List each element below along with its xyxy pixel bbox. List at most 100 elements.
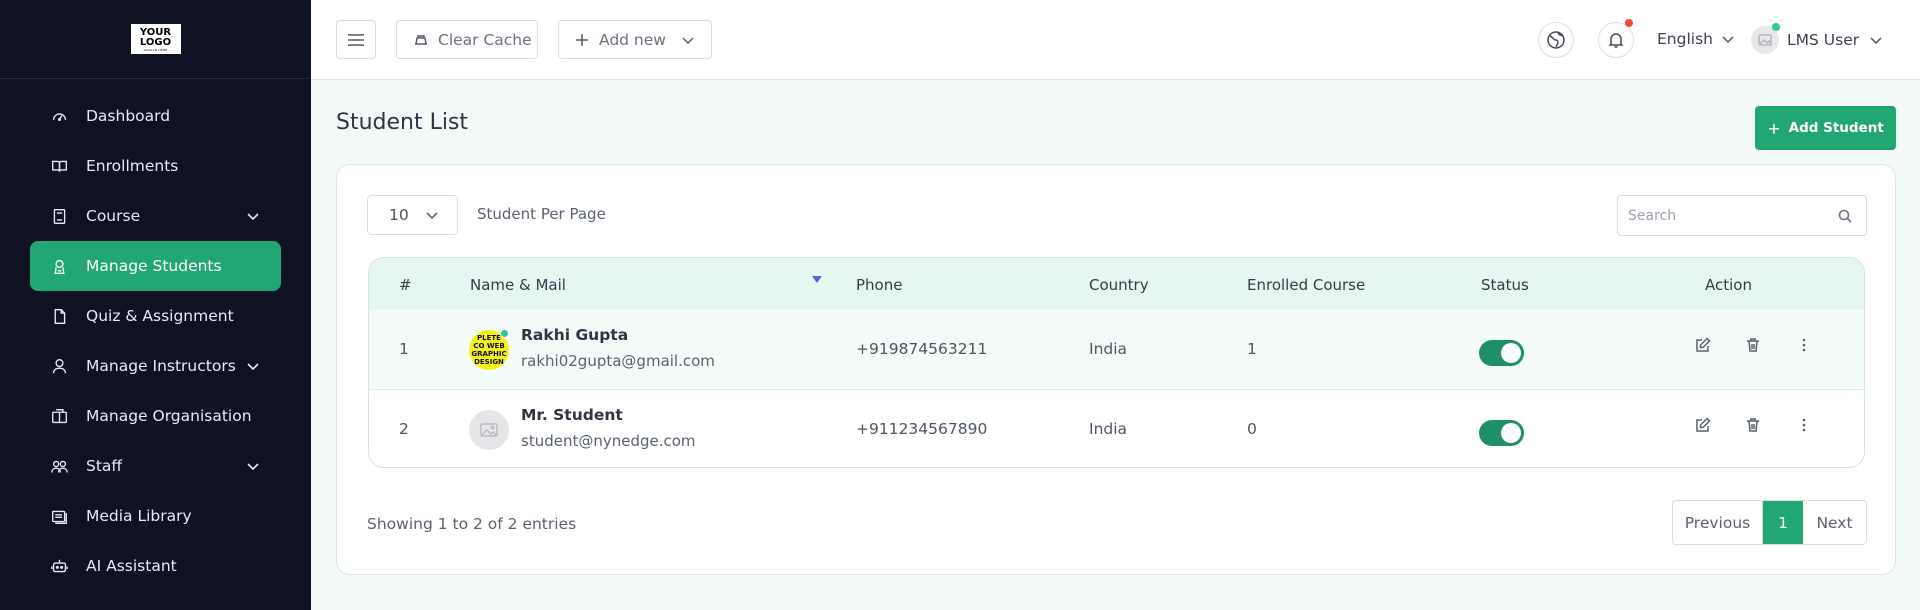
website-globe-button[interactable] (1538, 22, 1574, 58)
student-list-card: 10 Student Per Page # Name & Mail Phone … (336, 164, 1896, 575)
status-toggle[interactable] (1479, 340, 1524, 366)
student-phone: +919874563211 (856, 340, 988, 358)
top-bar: Clear Cache Add new English LMS User (311, 0, 1920, 80)
more-vertical-icon[interactable] (1801, 417, 1807, 433)
chevron-down-icon (1721, 32, 1735, 46)
add-new-label: Add new (599, 30, 666, 49)
column-header-name[interactable]: Name & Mail (470, 276, 566, 294)
showing-entries-text: Showing 1 to 2 of 2 entries (367, 515, 577, 533)
sidebar-item-manage-students[interactable]: Manage Students (30, 241, 281, 291)
logo-tagline: SLOGAN HERE (143, 47, 168, 52)
language-selector[interactable]: English (1657, 30, 1735, 48)
sidebar-item-manage-organisation[interactable]: Manage Organisation (30, 391, 281, 441)
column-header-phone: Phone (856, 276, 903, 294)
sidebar-item-label: Manage Students (86, 257, 222, 275)
online-status-dot (1772, 23, 1780, 31)
plus-icon: + (1767, 118, 1781, 138)
bell-icon (1607, 31, 1625, 49)
user-icon (50, 357, 68, 375)
chevron-down-icon (681, 33, 695, 47)
table-row: 1 PLETE CO WEB GRAPHIC DESIGN Rakhi Gupt… (369, 310, 1864, 389)
avatar-course-text: PLETE CO WEB GRAPHIC DESIGN (471, 334, 507, 366)
robot-icon (50, 557, 68, 575)
student-phone: +911234567890 (856, 420, 988, 438)
page-1-button[interactable]: 1 (1763, 501, 1803, 544)
sidebar: YOUR LOGO SLOGAN HERE Dashboard Enrollme… (0, 0, 311, 610)
sidebar-item-dashboard[interactable]: Dashboard (30, 91, 281, 141)
online-status-dot (500, 329, 509, 338)
more-vertical-icon[interactable] (1801, 337, 1807, 353)
search-box (1617, 195, 1867, 236)
sidebar-item-manage-instructors[interactable]: Manage Instructors (30, 341, 281, 391)
add-student-label: Add Student (1788, 120, 1884, 136)
sidebar-item-ai-assistant[interactable]: AI Assistant (30, 541, 281, 591)
sidebar-item-quiz-assignment[interactable]: Quiz & Assignment (30, 291, 281, 341)
sidebar-item-staff[interactable]: Staff (30, 441, 281, 491)
student-country: India (1089, 340, 1128, 358)
student-email: rakhi02gupta@gmail.com (521, 352, 715, 370)
per-page-value: 10 (389, 206, 409, 224)
enrolled-count: 0 (1247, 420, 1257, 438)
student-name: Rakhi Gupta (521, 326, 629, 344)
logo-line-2: LOGO (139, 36, 172, 48)
gauge-icon (50, 107, 68, 125)
sidebar-item-media-library[interactable]: Media Library (30, 491, 281, 541)
table-row: 2 Mr. Student student@nynedge.com +91123… (369, 389, 1864, 467)
brand-logo[interactable]: YOUR LOGO SLOGAN HERE (130, 24, 181, 54)
chevron-down-icon (1869, 33, 1883, 47)
column-header-index: # (399, 276, 412, 294)
sidebar-item-label: Manage Instructors (86, 357, 236, 375)
edit-icon[interactable] (1695, 417, 1711, 433)
column-header-country: Country (1089, 276, 1149, 294)
student-table: # Name & Mail Phone Country Enrolled Cou… (368, 257, 1865, 468)
status-toggle[interactable] (1479, 420, 1524, 446)
plus-icon (575, 33, 589, 47)
student-country: India (1089, 420, 1128, 438)
chevron-down-icon[interactable] (245, 458, 261, 474)
column-header-enrolled: Enrolled Course (1247, 276, 1366, 294)
next-page-button[interactable]: Next (1803, 501, 1866, 544)
file-icon (50, 307, 68, 325)
language-label: English (1657, 30, 1713, 48)
sidebar-item-label: AI Assistant (86, 557, 177, 575)
table-header: # Name & Mail Phone Country Enrolled Cou… (369, 258, 1864, 310)
per-page-label: Student Per Page (477, 205, 606, 223)
sort-down-icon[interactable] (812, 276, 822, 283)
chevron-down-icon[interactable] (245, 358, 261, 374)
add-student-button[interactable]: + Add Student (1755, 106, 1896, 150)
eraser-icon (413, 32, 429, 48)
sidebar-item-enrollments[interactable]: Enrollments (30, 141, 281, 191)
chevron-down-icon[interactable] (245, 208, 261, 224)
avatar (1751, 23, 1780, 54)
student-email: student@nynedge.com (521, 432, 696, 450)
sidebar-item-label: Media Library (86, 507, 192, 525)
avatar (469, 410, 509, 450)
menu-toggle-button[interactable] (336, 20, 376, 59)
search-input[interactable] (1618, 196, 1866, 235)
clear-cache-button[interactable]: Clear Cache (396, 20, 538, 59)
user-menu[interactable]: LMS User (1751, 23, 1883, 54)
edit-icon[interactable] (1695, 337, 1711, 353)
notification-dot (1625, 19, 1633, 27)
search-icon[interactable] (1838, 209, 1852, 223)
logo-line-1: YOUR (139, 26, 172, 38)
pagination: Previous 1 Next (1672, 500, 1867, 545)
sidebar-item-course[interactable]: Course (30, 191, 281, 241)
sidebar-nav: Dashboard Enrollments Course Manage Stud… (0, 79, 311, 591)
notifications-button[interactable] (1598, 19, 1634, 58)
globe-icon (1546, 30, 1566, 50)
per-page-select[interactable]: 10 (367, 195, 458, 235)
book-open-icon (50, 157, 68, 175)
add-new-dropdown[interactable]: Add new (558, 20, 712, 59)
sidebar-item-label: Staff (86, 457, 123, 475)
building-icon (50, 407, 68, 425)
student-name: Mr. Student (521, 406, 623, 424)
sidebar-item-label: Enrollments (86, 157, 179, 175)
chevron-down-icon (425, 208, 439, 222)
clear-cache-label: Clear Cache (438, 30, 532, 49)
users-icon (50, 457, 68, 475)
trash-icon[interactable] (1745, 417, 1761, 433)
previous-page-button[interactable]: Previous (1673, 501, 1763, 544)
book-icon (50, 207, 68, 225)
trash-icon[interactable] (1745, 337, 1761, 353)
